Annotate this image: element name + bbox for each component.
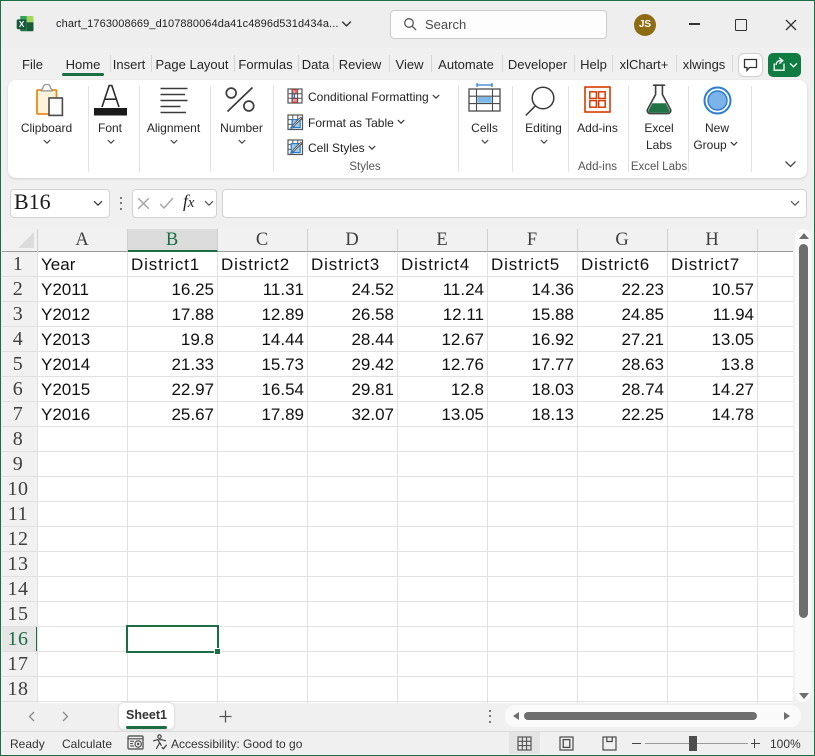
svg-text:X: X bbox=[19, 20, 25, 29]
